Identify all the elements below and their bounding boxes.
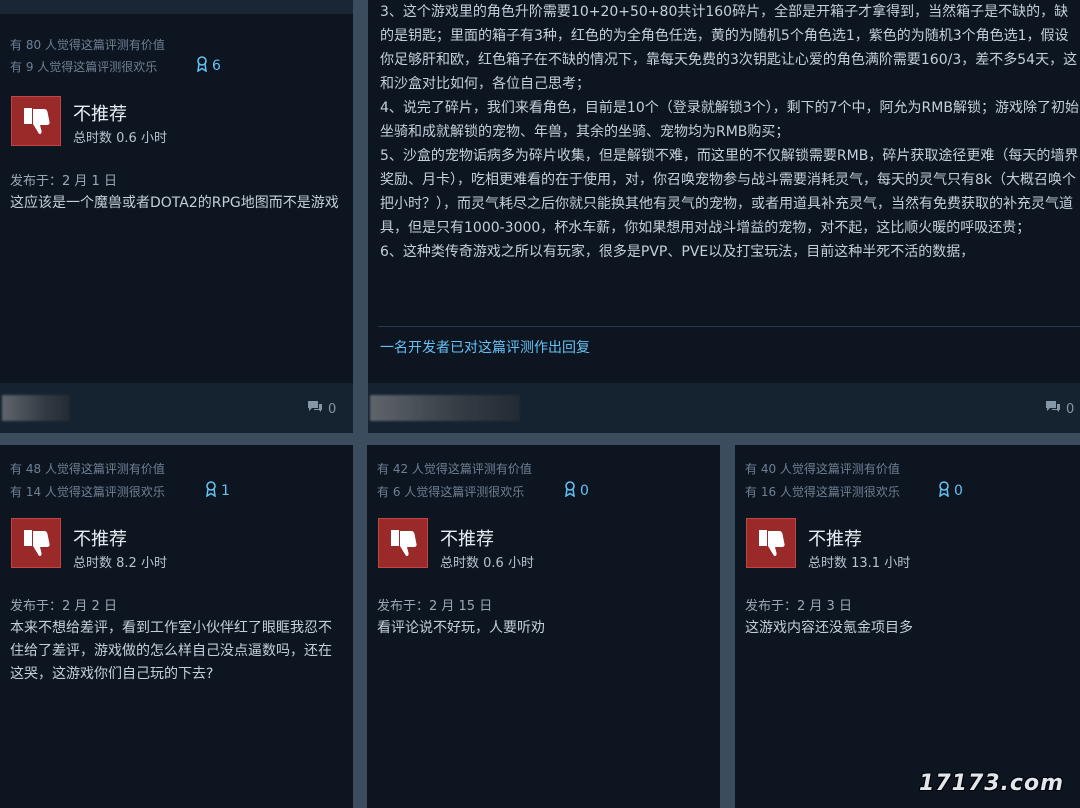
funny-count: 有 9 人觉得这篇评测很欢乐 [10, 60, 158, 74]
divider [378, 326, 1080, 327]
read-more-fade [368, 278, 1080, 326]
award-button[interactable]: 0 [564, 481, 589, 501]
verdict-label: 不推荐 [808, 529, 862, 550]
comment-count-value: 0 [1066, 401, 1075, 417]
helpful-count: 有 40 人觉得这篇评测有价值 [745, 462, 900, 476]
comment-button[interactable]: 0 [306, 400, 336, 418]
thumbs-down-icon [11, 518, 61, 568]
helpful-count: 有 48 人觉得这篇评测有价值 [10, 462, 165, 476]
thumbs-down-icon [11, 96, 61, 146]
site-watermark: 17173.com [919, 771, 1064, 796]
award-count: 1 [221, 483, 230, 499]
award-icon [196, 56, 208, 76]
review-paragraph: 4、说完了碎片，我们来看角色，目前是10个（登录就解锁3个），剩下的7个中，阿允… [380, 100, 1079, 140]
verdict-label: 不推荐 [73, 529, 127, 550]
review-card-1: 有 80 人觉得这篇评测有价值 有 9 人觉得这篇评测很欢乐 6 不推荐 总时数… [0, 0, 353, 383]
award-button[interactable]: 1 [205, 481, 230, 501]
previous-card-remnant [0, 0, 353, 14]
award-count: 0 [580, 483, 589, 499]
verdict-label: 不推荐 [73, 104, 127, 125]
comment-count-value: 0 [328, 401, 337, 417]
funny-count: 有 6 人觉得这篇评测很欢乐 [377, 485, 525, 499]
long-review-text: 3、这个游戏里的角色升阶需要10+20+50+80共计160碎片，全部是开箱子才… [380, 0, 1080, 264]
review-paragraph: 3、这个游戏里的角色升阶需要10+20+50+80共计160碎片，全部是开箱子才… [380, 4, 1078, 92]
review-card-4: 有 42 人觉得这篇评测有价值 有 6 人觉得这篇评测很欢乐 0 不推荐 总时数… [367, 445, 720, 808]
review-text: 本来不想给差评，看到工作室小伙伴红了眼眶我忍不住给了差评，游戏做的怎么样自己没点… [10, 620, 332, 682]
review-text: 这游戏内容还没氪金项目多 [745, 620, 913, 636]
comment-button[interactable]: 0 [1044, 400, 1074, 418]
review-card-5: 有 40 人觉得这篇评测有价值 有 16 人觉得这篇评测很欢乐 0 不推荐 总时… [735, 445, 1080, 808]
funny-count: 有 16 人觉得这篇评测很欢乐 [745, 485, 900, 499]
award-icon [564, 481, 576, 501]
blurred-author-avatar [2, 395, 70, 421]
comment-icon [306, 400, 324, 418]
funny-count: 有 14 人觉得这篇评测很欢乐 [10, 485, 165, 499]
helpful-count: 有 80 人觉得这篇评测有价值 [10, 38, 165, 52]
award-count: 0 [954, 483, 963, 499]
playtime: 总时数 0.6 小时 [440, 556, 534, 571]
award-icon [938, 481, 950, 501]
award-button[interactable]: 6 [196, 56, 221, 76]
playtime: 总时数 0.6 小时 [73, 131, 167, 146]
award-icon [205, 481, 217, 501]
developer-reply-link[interactable]: 一名开发者已对这篇评测作出回复 [380, 337, 590, 357]
verdict-label: 不推荐 [440, 529, 494, 550]
review-text: 这应该是一个魔兽或者DOTA2的RPG地图而不是游戏 [10, 195, 339, 211]
posted-date: 发布于：2 月 2 日 [10, 599, 117, 614]
comment-icon [1044, 400, 1062, 418]
award-count: 6 [212, 58, 221, 74]
thumbs-down-icon [746, 518, 796, 568]
posted-date: 发布于：2 月 15 日 [377, 599, 493, 614]
blurred-author-avatar [370, 395, 520, 421]
review-paragraph: 5、沙盒的宠物诟病多为碎片收集，但是解锁不难，而这里的不仅解锁需要RMB，碎片获… [380, 148, 1079, 236]
helpful-count: 有 42 人觉得这篇评测有价值 [377, 462, 532, 476]
review-text: 看评论说不好玩，人要听劝 [377, 620, 545, 636]
playtime: 总时数 13.1 小时 [808, 556, 911, 571]
playtime: 总时数 8.2 小时 [73, 556, 167, 571]
posted-date: 发布于：2 月 1 日 [10, 174, 117, 189]
thumbs-down-icon [378, 518, 428, 568]
review-footer-1: 0 [0, 383, 353, 433]
posted-date: 发布于：2 月 3 日 [745, 599, 852, 614]
review-footer-2: 0 [368, 383, 1080, 433]
review-paragraph: 6、这种类传奇游戏之所以有玩家，很多是PVP、PVE以及打宝玩法，目前这种半死不… [380, 244, 975, 260]
award-button[interactable]: 0 [938, 481, 963, 501]
review-card-3: 有 48 人觉得这篇评测有价值 有 14 人觉得这篇评测很欢乐 1 不推荐 总时… [0, 445, 353, 808]
